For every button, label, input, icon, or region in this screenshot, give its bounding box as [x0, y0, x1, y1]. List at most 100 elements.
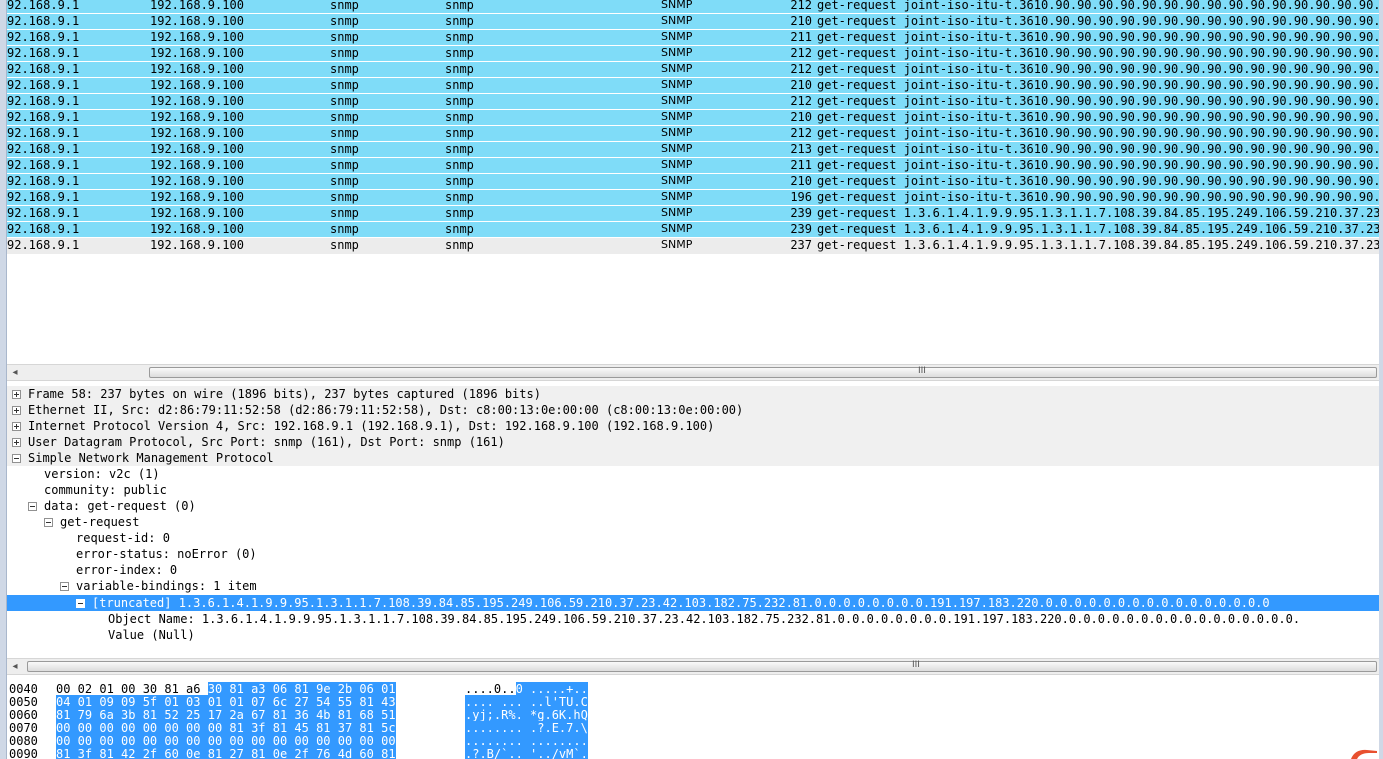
- details-hscrollbar[interactable]: ◂ III: [7, 658, 1379, 675]
- packet-list[interactable]: 92.168.9.1 192.168.9.100 snmp snmp SNMP 212 ge…: [7, 0, 1379, 364]
- scroll-left-icon[interactable]: ◂: [9, 366, 21, 379]
- tree-node-ip[interactable]: Internet Protocol Version 4, Src: 192.16…: [7, 418, 1379, 434]
- tree-node-object-name[interactable]: Object Name: 1.3.6.1.4.1.9.9.95.1.3.1.1.…: [7, 611, 1379, 627]
- packet-row[interactable]: 92.168.9.1 192.168.9.100 snmp snmp SNMP 239 ge…: [7, 206, 1379, 222]
- dst-port-cell: snmp: [445, 14, 474, 28]
- hex-row[interactable]: 0090 81 3f 81 42 2f 60 0e 81 27 81 0e 2f …: [7, 747, 1379, 759]
- source-cell: 92.168.9.1: [7, 142, 80, 156]
- info-cell: get-request 1.3.6.1.4.1.9.9.95.1.3.1.1.7…: [817, 206, 1379, 220]
- collapse-minus-icon[interactable]: [60, 582, 69, 591]
- src-port-cell: snmp: [330, 94, 359, 108]
- tree-node-request-id[interactable]: request-id: 0: [7, 530, 1379, 546]
- info-cell: get-request joint-iso-itu-t.3610.90.90.9…: [817, 126, 1379, 140]
- ascii-highlighted: ...._... ..l'TU.C: [465, 695, 588, 709]
- packet-row[interactable]: 92.168.9.1 192.168.9.100 snmp snmp SNMP 196 ge…: [7, 190, 1379, 206]
- info-cell: get-request joint-iso-itu-t.3610.90.90.9…: [817, 14, 1379, 28]
- packet-row[interactable]: 92.168.9.1 192.168.9.100 snmp snmp SNMP 212 ge…: [7, 46, 1379, 62]
- tree-node-label: [truncated] 1.3.6.1.4.1.9.9.95.1.3.1.1.7…: [92, 596, 1270, 610]
- dst-port-cell: snmp: [445, 110, 474, 124]
- scrollbar-thumb[interactable]: III: [149, 366, 1377, 378]
- destination-cell: 192.168.9.100: [150, 14, 244, 28]
- packet-row[interactable]: 92.168.9.1 192.168.9.100 snmp snmp SNMP 212 ge…: [7, 94, 1379, 110]
- ascii-highlighted: 0 .....+..: [515, 682, 588, 696]
- dst-port-cell: snmp: [445, 158, 474, 172]
- src-port-cell: snmp: [330, 206, 359, 220]
- packet-row[interactable]: 92.168.9.1 192.168.9.100 snmp snmp SNMP 211 ge…: [7, 30, 1379, 46]
- tree-node-get-request[interactable]: get-request: [7, 514, 1379, 530]
- tree-node-version[interactable]: version: v2c (1): [7, 466, 1379, 482]
- collapse-minus-icon[interactable]: [76, 599, 85, 608]
- src-port-cell: snmp: [330, 78, 359, 92]
- src-port-cell: snmp: [330, 110, 359, 124]
- tree-node-ethernet[interactable]: Ethernet II, Src: d2:86:79:11:52:58 (d2:…: [7, 402, 1379, 418]
- ascii-highlighted: ........ ........: [465, 734, 588, 748]
- info-cell: get-request 1.3.6.1.4.1.9.9.95.1.3.1.1.7…: [817, 238, 1379, 252]
- length-cell: 210: [790, 174, 812, 188]
- src-port-cell: snmp: [330, 126, 359, 140]
- tree-node-data[interactable]: data: get-request (0): [7, 498, 1379, 514]
- dst-port-cell: snmp: [445, 206, 474, 220]
- length-cell: 212: [790, 46, 812, 60]
- packet-row[interactable]: 92.168.9.1 192.168.9.100 snmp snmp SNMP 210 ge…: [7, 174, 1379, 190]
- tree-node-variable-bindings[interactable]: variable-bindings: 1 item: [7, 578, 1379, 594]
- tree-node-frame[interactable]: Frame 58: 237 bytes on wire (1896 bits),…: [7, 386, 1379, 402]
- tree-node-label: version: v2c (1): [44, 467, 160, 481]
- tree-node-error-index[interactable]: error-index: 0: [7, 562, 1379, 578]
- dst-port-cell: snmp: [445, 142, 474, 156]
- tree-node-snmp[interactable]: Simple Network Management Protocol: [7, 450, 1379, 466]
- protocol-cell: SNMP: [661, 30, 693, 43]
- scrollbar-thumb[interactable]: III: [27, 660, 1377, 672]
- tree-node-error-status[interactable]: error-status: noError (0): [7, 546, 1379, 562]
- tree-node-udp[interactable]: User Datagram Protocol, Src Port: snmp (…: [7, 434, 1379, 450]
- tree-node-label: User Datagram Protocol, Src Port: snmp (…: [28, 435, 505, 449]
- length-cell: 212: [790, 0, 812, 12]
- grip-icon: III: [918, 366, 926, 376]
- collapse-minus-icon[interactable]: [28, 502, 37, 511]
- expand-plus-icon[interactable]: [12, 438, 21, 447]
- destination-cell: 192.168.9.100: [150, 158, 244, 172]
- source-cell: 92.168.9.1: [7, 158, 80, 172]
- packet-row[interactable]: 92.168.9.1 192.168.9.100 snmp snmp SNMP 212 ge…: [7, 0, 1379, 14]
- tree-node-truncated-selected[interactable]: [truncated] 1.3.6.1.4.1.9.9.95.1.3.1.1.7…: [7, 595, 1379, 611]
- tree-node-label: Object Name: 1.3.6.1.4.1.9.9.95.1.3.1.1.…: [108, 612, 1301, 626]
- packet-row[interactable]: 92.168.9.1 192.168.9.100 snmp snmp SNMP 211 ge…: [7, 158, 1379, 174]
- tree-node-value[interactable]: Value (Null): [7, 627, 1379, 643]
- destination-cell: 192.168.9.100: [150, 94, 244, 108]
- collapse-minus-icon[interactable]: [12, 454, 21, 463]
- packet-row[interactable]: 92.168.9.1 192.168.9.100 snmp snmp SNMP 210 ge…: [7, 14, 1379, 30]
- tree-node-label: Internet Protocol Version 4, Src: 192.16…: [28, 419, 715, 433]
- src-port-cell: snmp: [330, 46, 359, 60]
- destination-cell: 192.168.9.100: [150, 126, 244, 140]
- hex-bytes-highlighted: 30 81 a3 06 81 9e 2b 06 01: [207, 682, 396, 696]
- scroll-left-icon[interactable]: ◂: [9, 660, 21, 673]
- tree-node-label: data: get-request (0): [44, 499, 196, 513]
- source-cell: 92.168.9.1: [7, 30, 80, 44]
- protocol-cell: SNMP: [661, 222, 693, 235]
- hex-dump-pane[interactable]: 0040 00 02 01 00 30 81 a6 30 81 a3 06 81 …: [7, 680, 1379, 759]
- expand-plus-icon[interactable]: [12, 390, 21, 399]
- packet-row[interactable]: 92.168.9.1 192.168.9.100 snmp snmp SNMP 212 ge…: [7, 126, 1379, 142]
- length-cell: 210: [790, 14, 812, 28]
- packet-row[interactable]: 92.168.9.1 192.168.9.100 snmp snmp SNMP 212 ge…: [7, 62, 1379, 78]
- packet-row-selected[interactable]: 92.168.9.1 192.168.9.100 snmp snmp SNMP 237 ge…: [7, 238, 1379, 254]
- packet-row[interactable]: 92.168.9.1 192.168.9.100 snmp snmp SNMP 239 ge…: [7, 222, 1379, 238]
- hex-bytes-plain: 00 02 01 00 30 81 a6: [56, 682, 208, 696]
- protocol-cell: SNMP: [661, 110, 693, 123]
- tree-node-community[interactable]: community: public: [7, 482, 1379, 498]
- length-cell: 212: [790, 126, 812, 140]
- collapse-minus-icon[interactable]: [44, 518, 53, 527]
- expand-plus-icon[interactable]: [12, 422, 21, 431]
- packet-details-tree[interactable]: Frame 58: 237 bytes on wire (1896 bits),…: [7, 385, 1379, 658]
- packet-row[interactable]: 92.168.9.1 192.168.9.100 snmp snmp SNMP 210 ge…: [7, 78, 1379, 94]
- hex-bytes-highlighted: 04 01 09 09 5f 01 03 01 01 07 6c 27 54 5…: [56, 695, 396, 709]
- src-port-cell: snmp: [330, 0, 359, 12]
- protocol-cell: SNMP: [661, 94, 693, 107]
- packet-row[interactable]: 92.168.9.1 192.168.9.100 snmp snmp SNMP 213 ge…: [7, 142, 1379, 158]
- packet-list-hscrollbar[interactable]: ◂ III: [7, 364, 1379, 381]
- expand-plus-icon[interactable]: [12, 406, 21, 415]
- src-port-cell: snmp: [330, 142, 359, 156]
- destination-cell: 192.168.9.100: [150, 110, 244, 124]
- packet-row[interactable]: 92.168.9.1 192.168.9.100 snmp snmp SNMP 210 ge…: [7, 110, 1379, 126]
- protocol-cell: SNMP: [661, 190, 693, 203]
- protocol-cell: SNMP: [661, 142, 693, 155]
